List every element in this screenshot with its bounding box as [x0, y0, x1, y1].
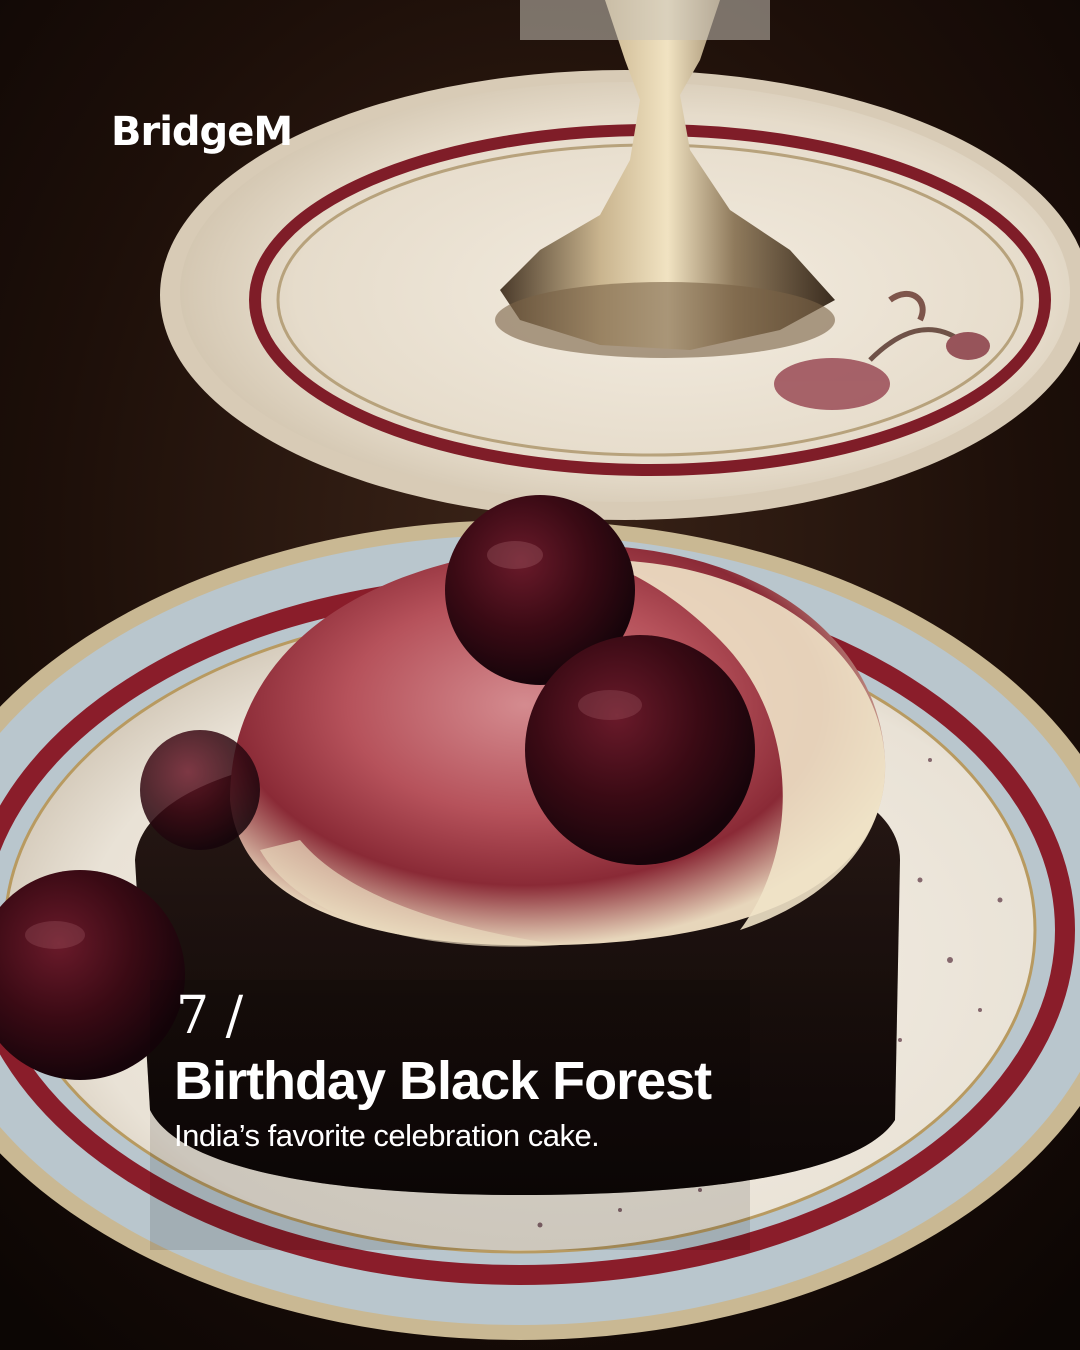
slide-caption: 7 / Birthday Black Forest India’s favori…	[174, 990, 734, 1151]
brand-logo: BridgeM	[111, 109, 293, 155]
slide-number: 7 /	[176, 986, 244, 1046]
slide-subtitle: India’s favorite celebration cake.	[174, 1118, 600, 1153]
slide: BridgeM 7 / Birthday Black Forest India’…	[0, 0, 1080, 1350]
slide-title: Birthday Black Forest	[174, 1051, 712, 1111]
